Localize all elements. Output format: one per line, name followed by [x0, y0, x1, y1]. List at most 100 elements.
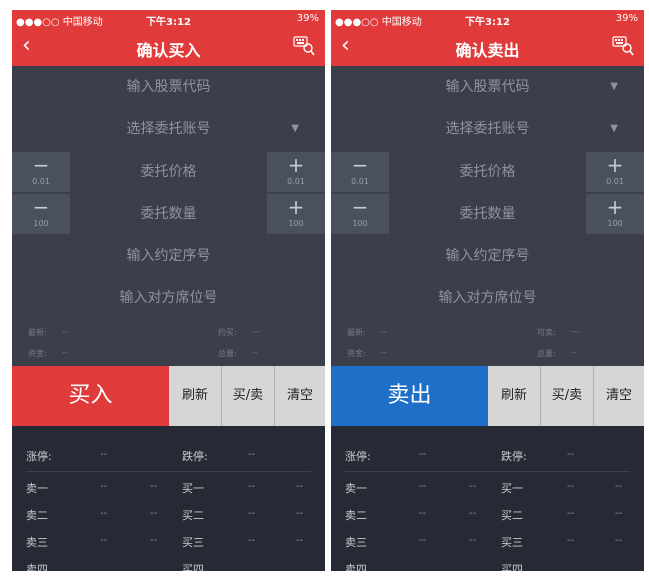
limit-up-value: -- [100, 449, 108, 460]
price-increase-button[interactable]: + 0.01 [586, 152, 644, 192]
limit-up-value: -- [419, 449, 427, 460]
buy3-label: 买三 [501, 536, 523, 549]
buy-button[interactable]: 买入 [12, 366, 169, 426]
total-label: 总量: [537, 349, 556, 358]
sell3-volume: -- [150, 535, 158, 546]
available-label: 可卖: [537, 328, 556, 337]
funds-value: -- [381, 348, 387, 357]
sell4-label: 卖四 [26, 563, 48, 571]
price-step: 0.01 [287, 177, 305, 186]
switch-buy-sell-button[interactable]: 买/卖 [222, 366, 274, 426]
plus-icon: + [606, 195, 624, 219]
contract-number-input[interactable]: 输入约定序号 [12, 237, 325, 275]
buy1-volume: -- [615, 481, 623, 492]
sell3-price: -- [100, 535, 108, 546]
sell2-price: -- [100, 508, 108, 519]
stock-code-input[interactable]: 输入股票代码 ▼ [331, 68, 644, 106]
account-select[interactable]: 选择委托账号 ▼ [12, 110, 325, 148]
sell1-price: -- [419, 481, 427, 492]
sell1-label: 卖一 [345, 482, 367, 495]
sell-screen: ●●●○○ 中国移动 下午3:12 39% ‹ 确认卖出 输入股票代码 ▼ 选择… [331, 10, 644, 571]
sell3-label: 卖三 [345, 536, 367, 549]
sell2-price: -- [419, 508, 427, 519]
plus-icon: + [287, 153, 305, 177]
counterparty-seat-input[interactable]: 输入对方席位号 [12, 279, 325, 317]
chevron-down-icon: ▼ [291, 123, 299, 134]
quantity-step: 100 [607, 219, 623, 228]
page-title: 确认卖出 [455, 41, 520, 60]
sell3-volume: -- [469, 535, 477, 546]
chevron-down-icon: ▼ [610, 81, 618, 92]
buy2-label: 买二 [182, 509, 204, 522]
buy2-price: -- [248, 508, 256, 519]
buy3-price: -- [248, 535, 256, 546]
sell1-volume: -- [469, 481, 477, 492]
buy1-volume: -- [296, 481, 304, 492]
buy4-label: 买四 [182, 563, 204, 571]
limit-down-label: 跌停: [182, 450, 208, 463]
buy3-label: 买三 [182, 536, 204, 549]
sell-button[interactable]: 卖出 [331, 366, 488, 426]
order-book: 涨停: -- 跌停: -- 卖一 -- -- 买一 -- -- 卖二 -- --… [331, 426, 644, 571]
funds-label: 资金: [347, 349, 366, 358]
account-select[interactable]: 选择委托账号 ▼ [331, 110, 644, 148]
buy4-label: 买四 [501, 563, 523, 571]
sell3-label: 卖三 [26, 536, 48, 549]
divider [345, 471, 630, 472]
account-select-label: 选择委托账号 [445, 121, 530, 137]
stock-code-label: 输入股票代码 [445, 79, 530, 95]
battery-level: 39% [615, 13, 638, 24]
sell2-volume: -- [469, 508, 477, 519]
quantity-step: 100 [288, 219, 304, 228]
funds-label: 资金: [28, 349, 47, 358]
buy3-volume: -- [296, 535, 304, 546]
buy2-volume: -- [615, 508, 623, 519]
latest-label: 最新: [28, 328, 47, 337]
buy3-volume: -- [615, 535, 623, 546]
counterparty-seat-input[interactable]: 输入对方席位号 [331, 279, 644, 317]
funds-value: -- [62, 348, 68, 357]
clear-button[interactable]: 清空 [275, 366, 325, 426]
price-step: 0.01 [606, 177, 624, 186]
buy-screen: ●●●○○ 中国移动 下午3:12 39% ‹ 确认买入 输入股票代码 选择委托… [12, 10, 325, 571]
keyboard-search-icon[interactable] [612, 36, 634, 56]
keyboard-search-icon[interactable] [293, 36, 315, 56]
buy2-label: 买二 [501, 509, 523, 522]
stock-code-input[interactable]: 输入股票代码 [12, 68, 325, 106]
latest-value: -- [381, 327, 387, 336]
quantity-increase-button[interactable]: + 100 [586, 194, 644, 234]
available-label: 约买: [218, 328, 237, 337]
refresh-button[interactable]: 刷新 [169, 366, 221, 426]
switch-buy-sell-button[interactable]: 买/卖 [541, 366, 593, 426]
account-select-label: 选择委托账号 [126, 121, 211, 137]
latest-label: 最新: [347, 328, 366, 337]
quantity-increase-button[interactable]: + 100 [267, 194, 325, 234]
battery-level: 39% [296, 13, 319, 24]
action-bar: 买入 刷新 买/卖 清空 [12, 366, 325, 426]
total-value: -- [252, 348, 258, 357]
clear-button[interactable]: 清空 [594, 366, 644, 426]
sell2-label: 卖二 [26, 509, 48, 522]
sell2-label: 卖二 [345, 509, 367, 522]
price-increase-button[interactable]: + 0.01 [267, 152, 325, 192]
total-label: 总量: [218, 349, 237, 358]
order-book: 涨停: -- 跌停: -- 卖一 -- -- 买一 -- -- 卖二 -- --… [12, 426, 325, 571]
nav-bar: ‹ 确认卖出 [331, 28, 644, 66]
refresh-button[interactable]: 刷新 [488, 366, 540, 426]
latest-value: -- [62, 327, 68, 336]
status-bar: ●●●○○ 中国移动 下午3:12 39% [12, 10, 325, 28]
order-form: 输入股票代码 选择委托账号 ▼ − 0.01 委托价格 + 0.01 − 100… [12, 66, 325, 366]
limit-down-value: -- [248, 449, 256, 460]
status-time: 下午3:12 [146, 17, 191, 28]
order-form: 输入股票代码 ▼ 选择委托账号 ▼ − 0.01 委托价格 + 0.01 − 1… [331, 66, 644, 366]
plus-icon: + [287, 195, 305, 219]
status-time: 下午3:12 [465, 17, 510, 28]
sell1-label: 卖一 [26, 482, 48, 495]
contract-number-input[interactable]: 输入约定序号 [331, 237, 644, 275]
available-value: --- [252, 327, 261, 336]
sell3-price: -- [419, 535, 427, 546]
sell1-price: -- [100, 481, 108, 492]
limit-up-label: 涨停: [345, 450, 371, 463]
buy1-price: -- [567, 481, 575, 492]
buy1-label: 买一 [182, 482, 204, 495]
